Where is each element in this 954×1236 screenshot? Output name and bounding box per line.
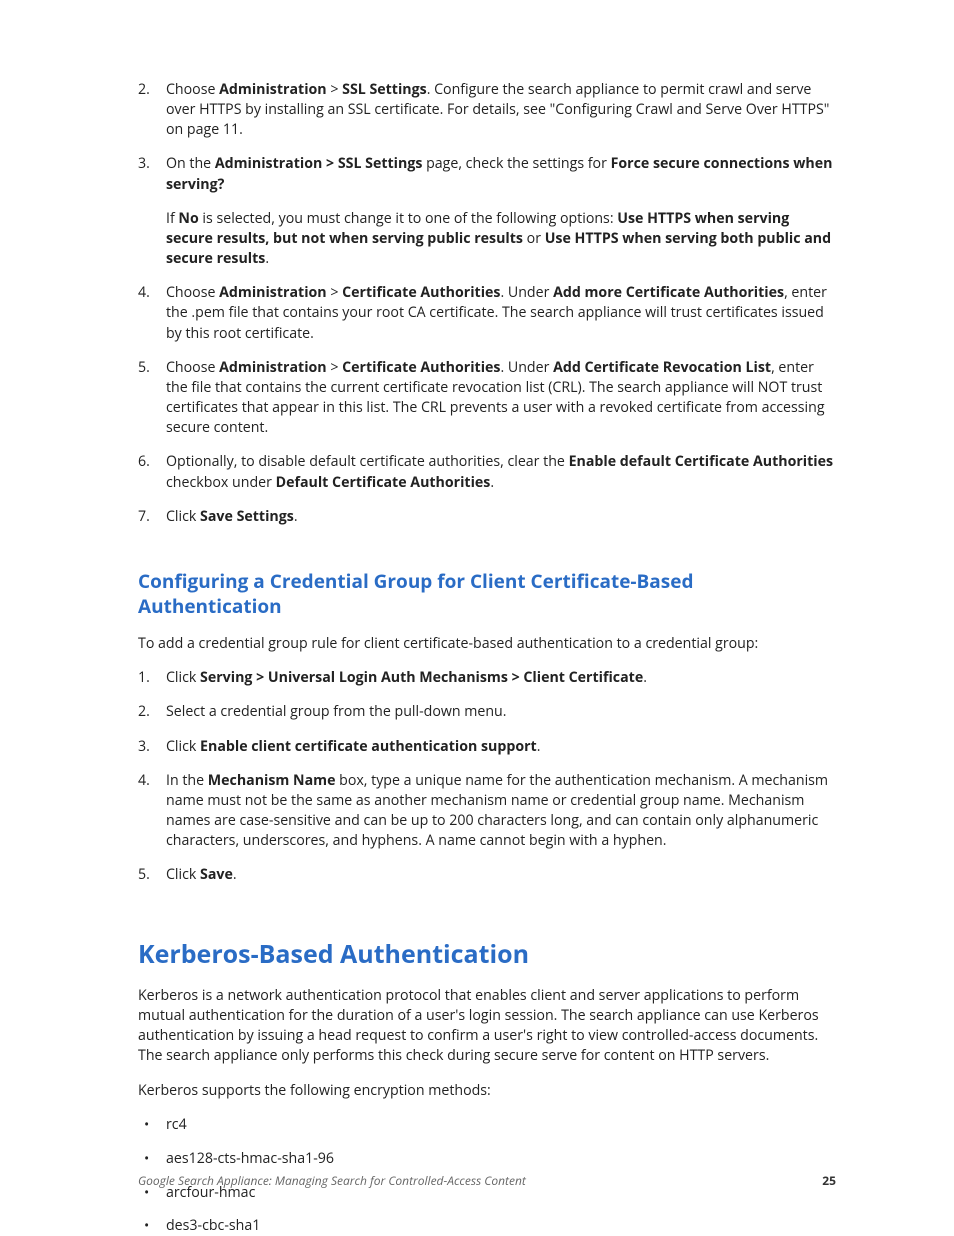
step-4: 4. Choose Administration > Certificate A… [138,283,836,343]
ssl-config-steps: 2. Choose Administration > SSL Settings.… [138,80,836,527]
step-2: 2. Choose Administration > SSL Settings.… [138,80,836,140]
step-text: Choose Administration > SSL Settings. Co… [166,80,829,139]
heading-kerberos: Kerberos-Based Authentication [138,938,836,971]
step-text: Choose Administration > Certificate Auth… [166,283,827,342]
cred-step-5: 5. Click Save. [138,865,836,885]
page-footer: Google Search Appliance: Managing Search… [138,1172,836,1189]
list-item: des3-cbc-sha1 [138,1216,836,1236]
step-number: 4. [138,283,150,303]
step-text: In the Mechanism Name box, type a unique… [166,771,828,850]
list-item: aes128-cts-hmac-sha1-96 [138,1149,836,1169]
step-number: 7. [138,507,150,527]
step-text: Click Serving > Universal Login Auth Mec… [166,668,647,687]
cred-step-4: 4. In the Mechanism Name box, type a uni… [138,771,836,852]
step-number: 2. [138,80,150,100]
step-text: On the Administration > SSL Settings pag… [166,154,832,193]
credential-steps: 1. Click Serving > Universal Login Auth … [138,668,836,885]
page-number: 25 [822,1172,836,1189]
step-7: 7. Click Save Settings. [138,507,836,527]
heading-credential-group: Configuring a Credential Group for Clien… [138,569,836,620]
step-number: 3. [138,154,150,174]
step-number: 4. [138,771,150,791]
step-5: 5. Choose Administration > Certificate A… [138,358,836,439]
kerberos-encryption-intro: Kerberos supports the following encrypti… [138,1081,836,1101]
document-page: 2. Choose Administration > SSL Settings.… [0,0,954,1235]
step-text: Optionally, to disable default certifica… [166,452,833,491]
step-number: 6. [138,452,150,472]
step-number: 1. [138,668,150,688]
step-6: 6. Optionally, to disable default certif… [138,452,836,492]
step-number: 3. [138,737,150,757]
credential-intro: To add a credential group rule for clien… [138,634,836,654]
cred-step-1: 1. Click Serving > Universal Login Auth … [138,668,836,688]
step-text: Choose Administration > Certificate Auth… [166,358,825,437]
cred-step-2: 2. Select a credential group from the pu… [138,702,836,722]
list-item: rc4 [138,1115,836,1135]
footer-title: Google Search Appliance: Managing Search… [138,1172,526,1189]
step-3: 3. On the Administration > SSL Settings … [138,154,836,269]
step-subtext: If No is selected, you must change it to… [166,209,836,269]
cred-step-3: 3. Click Enable client certificate authe… [138,737,836,757]
step-number: 2. [138,702,150,722]
step-number: 5. [138,358,150,378]
step-text: Click Enable client certificate authenti… [166,737,540,756]
step-text: Click Save. [166,865,237,884]
step-text: Click Save Settings. [166,507,298,526]
step-number: 5. [138,865,150,885]
step-text: Select a credential group from the pull-… [166,702,506,721]
kerberos-intro: Kerberos is a network authentication pro… [138,986,836,1067]
